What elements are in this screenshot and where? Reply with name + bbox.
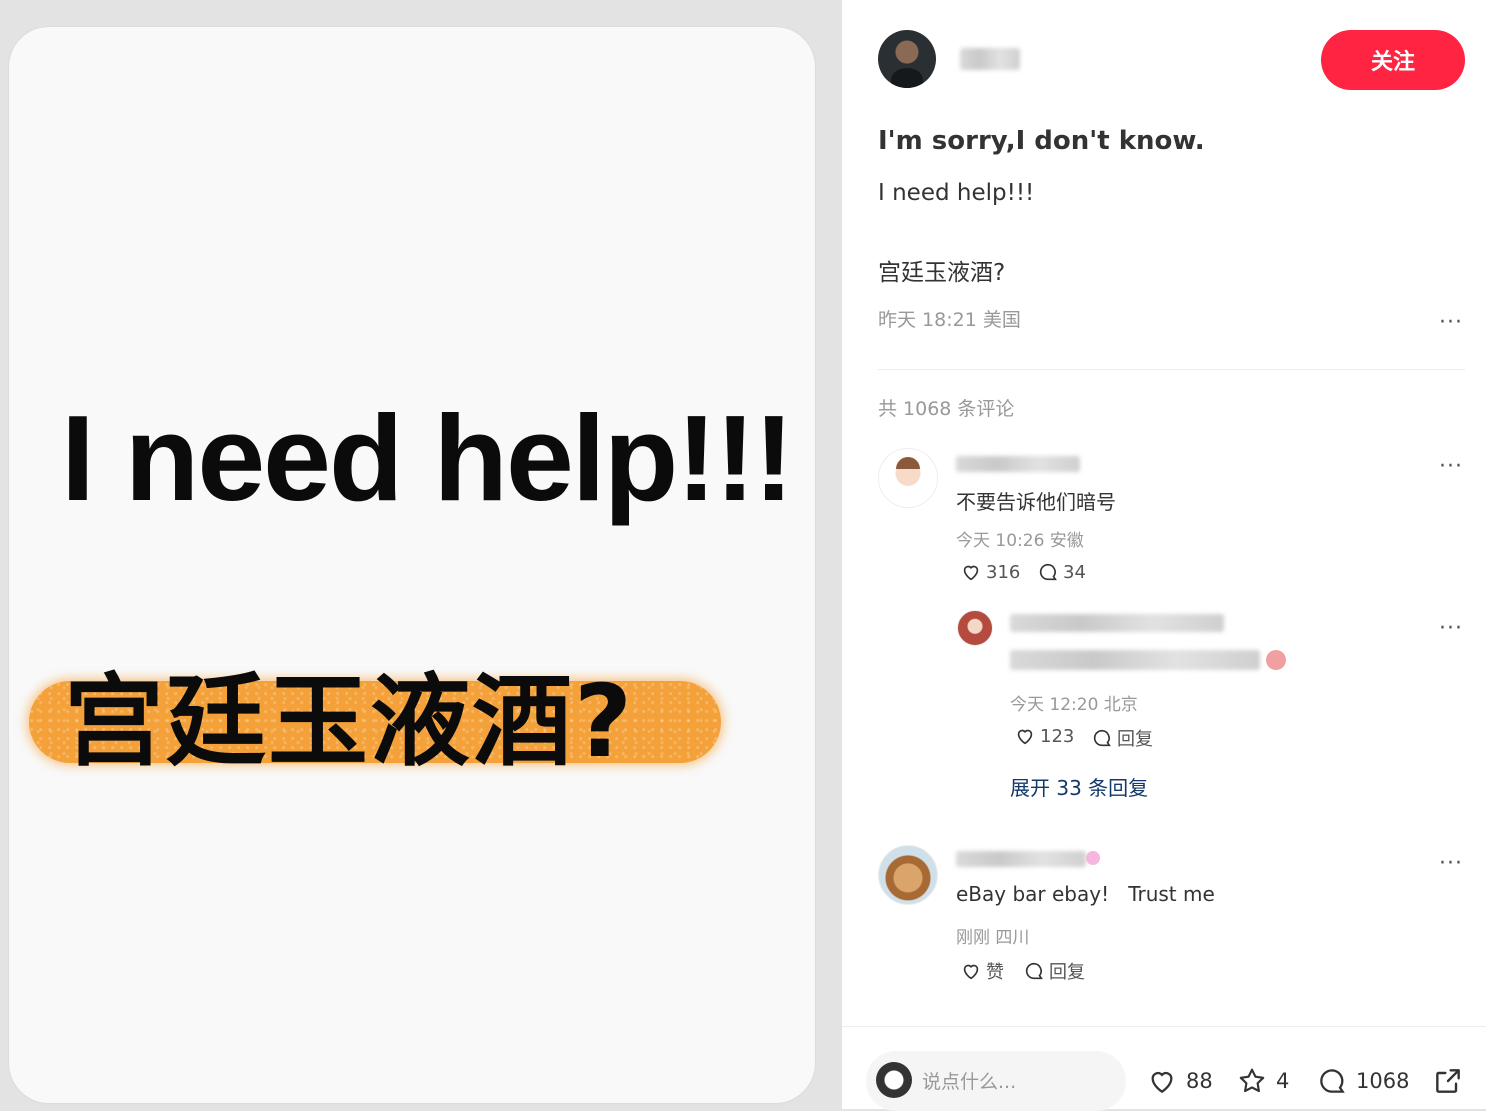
post-title: I'm sorry,I don't know. [878, 126, 1205, 156]
pink-emoji-icon [1086, 851, 1100, 865]
bottom-action-bar: 说点什么... 88 4 1068 [842, 1026, 1486, 1111]
comment-meta: 刚刚 四川 [956, 928, 1030, 948]
commenter-avatar[interactable] [878, 845, 938, 905]
image-highlight-text: 宫廷玉液酒? [64, 663, 635, 780]
comment-count: 共 1068 条评论 [878, 398, 1015, 420]
comment-text: eBay bar ebay! Trust me [956, 882, 1215, 906]
reply-count-button[interactable]: 34 [1037, 561, 1086, 583]
comment-meta: 今天 10:26 安徽 [956, 531, 1084, 551]
avatar-hair [896, 457, 920, 469]
commenter-name-blurred[interactable] [956, 456, 1080, 472]
chat-bubble-icon [1025, 962, 1043, 980]
chat-bubble-icon [1320, 1069, 1345, 1093]
more-icon[interactable]: ··· [1439, 618, 1463, 640]
reply-text-blurred [1010, 650, 1260, 670]
commenter-name-blurred[interactable] [956, 851, 1086, 867]
like-count: 123 [1040, 725, 1075, 747]
comment-text: 不要告诉他们暗号 [956, 490, 1116, 514]
image-headline: I need help!!! [61, 390, 794, 526]
reply-label: 回复 [1049, 962, 1085, 983]
reply-meta: 今天 12:20 北京 [1010, 695, 1138, 715]
my-avatar [876, 1062, 912, 1098]
post-image-card[interactable]: I need help!!! 宫廷玉液酒? [9, 27, 815, 1103]
author-name-blurred[interactable] [960, 48, 1020, 70]
like-label: 赞 [986, 962, 1004, 983]
comments-button[interactable]: 1068 [1316, 1065, 1409, 1097]
heart-icon [1151, 1071, 1173, 1094]
peach-emoji-icon [1266, 650, 1286, 670]
post-detail-panel: 关注 I'm sorry,I don't know. I need help!!… [842, 0, 1486, 1111]
follow-button[interactable]: 关注 [1321, 30, 1465, 90]
like-post-button[interactable]: 88 [1146, 1065, 1213, 1097]
like-button[interactable]: 赞 [960, 958, 1004, 984]
share-icon [1436, 1069, 1460, 1093]
more-icon[interactable]: ··· [1439, 312, 1463, 334]
post-comment-count: 1068 [1356, 1069, 1410, 1093]
star-icon [1239, 1068, 1265, 1093]
reply-button[interactable]: 回复 [1091, 725, 1153, 751]
chat-bubble-icon [1093, 729, 1111, 747]
comment-input-placeholder: 说点什么... [922, 1071, 1017, 1093]
comment-input[interactable]: 说点什么... [866, 1051, 1126, 1111]
heart-icon [963, 565, 979, 581]
reply-text-blurred [1010, 614, 1224, 632]
post-body-line: 宫廷玉液酒? [878, 260, 1006, 286]
share-button[interactable] [1432, 1065, 1472, 1097]
more-icon[interactable]: ··· [1439, 456, 1463, 478]
like-button[interactable]: 123 [1014, 725, 1074, 747]
more-icon[interactable]: ··· [1439, 853, 1463, 875]
heart-icon [963, 964, 979, 980]
heart-icon [1017, 729, 1033, 745]
commenter-avatar[interactable] [878, 448, 938, 508]
expand-replies-link[interactable]: 展开 33 条回复 [1010, 772, 1148, 801]
post-like-count: 88 [1186, 1069, 1213, 1093]
author-avatar[interactable] [878, 30, 936, 88]
replier-avatar[interactable] [957, 610, 993, 646]
reply-button[interactable]: 回复 [1023, 958, 1085, 984]
collect-count: 4 [1276, 1069, 1290, 1093]
like-count: 316 [986, 561, 1021, 583]
collect-button[interactable]: 4 [1236, 1065, 1289, 1097]
reply-count: 34 [1063, 561, 1086, 583]
reply-label: 回复 [1117, 729, 1153, 750]
post-body-line: I need help!!! [878, 180, 1035, 206]
divider [878, 369, 1465, 370]
chat-bubble-icon [1039, 563, 1057, 581]
post-meta: 昨天 18:21 美国 [878, 309, 1021, 331]
like-button[interactable]: 316 [960, 561, 1020, 583]
